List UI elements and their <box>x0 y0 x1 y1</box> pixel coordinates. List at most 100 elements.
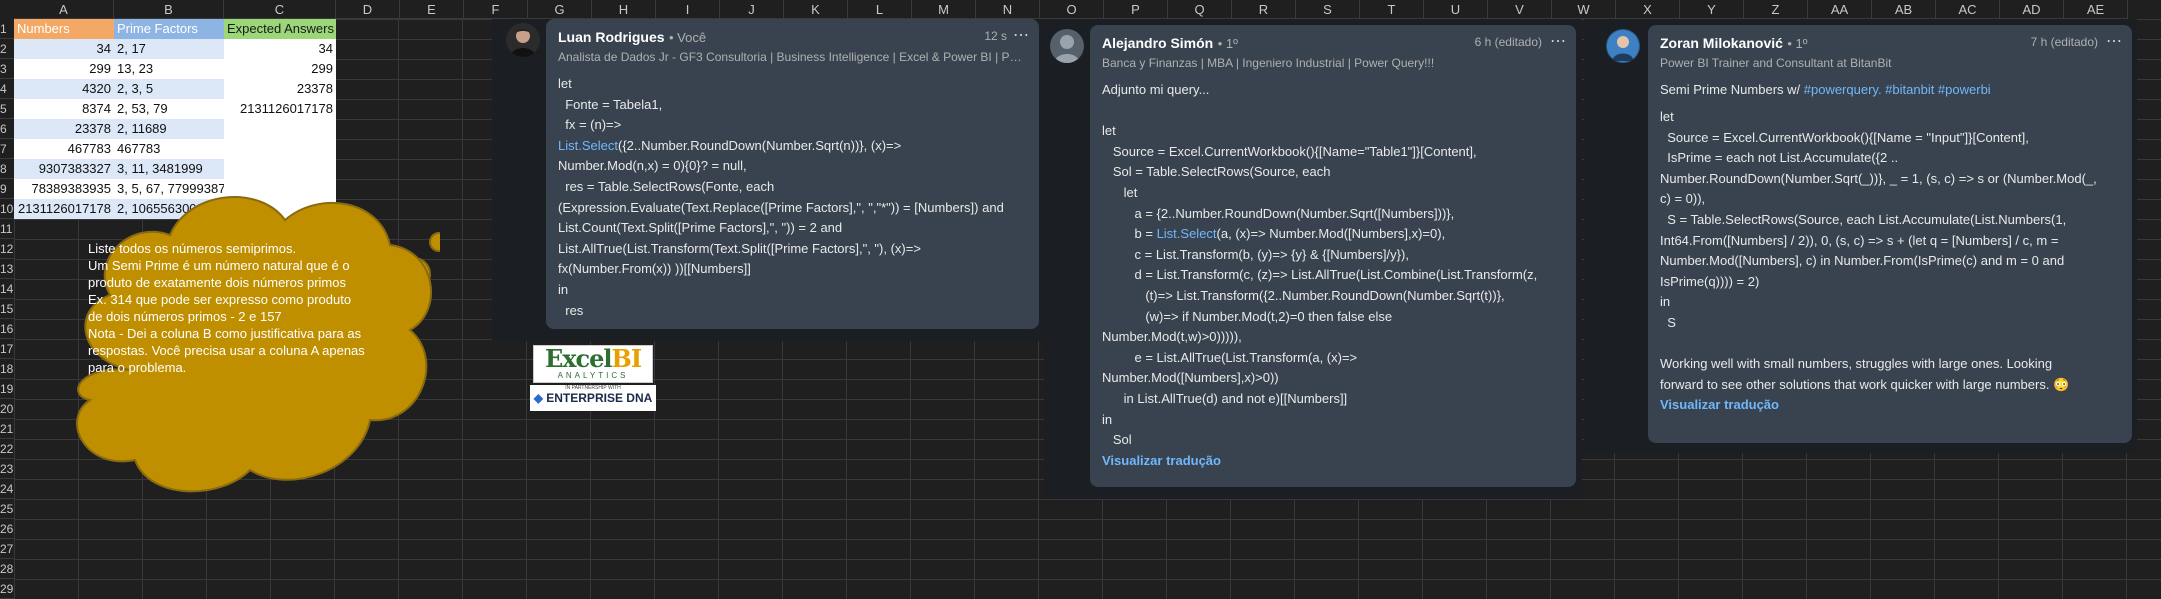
column-header[interactable]: E <box>400 0 464 19</box>
comment-intro: Semi Prime Numbers w/ <box>1660 82 1804 97</box>
cell-number[interactable]: 23378 <box>14 119 114 139</box>
column-header[interactable]: X <box>1616 0 1680 19</box>
column-header[interactable]: H <box>592 0 656 19</box>
avatar[interactable] <box>1606 29 1640 63</box>
row-header[interactable]: 22 <box>0 439 14 459</box>
cell-number[interactable]: 4320 <box>14 79 114 99</box>
avatar[interactable] <box>1050 29 1084 63</box>
column-header[interactable]: F <box>464 0 528 19</box>
column-header[interactable]: Y <box>1680 0 1744 19</box>
cell-expected-answer[interactable]: 23378 <box>224 79 336 99</box>
cell-expected-answer[interactable]: 34 <box>224 39 336 59</box>
column-header[interactable]: B <box>114 0 224 19</box>
cell-number[interactable]: 34 <box>14 39 114 59</box>
comment-line: let <box>558 76 572 91</box>
row-header[interactable]: 6 <box>0 119 14 139</box>
column-header[interactable]: M <box>912 0 976 19</box>
comment-line: Sol <box>1102 432 1132 448</box>
row-header[interactable]: 24 <box>0 479 14 499</box>
column-header[interactable]: O <box>1040 0 1104 19</box>
commenter-name[interactable]: Zoran Milokanović <box>1660 35 1783 51</box>
row-header[interactable]: 20 <box>0 399 14 419</box>
row-header[interactable]: 25 <box>0 499 14 519</box>
row-header[interactable]: 15 <box>0 299 14 319</box>
comment-line: in <box>1102 411 1113 427</box>
cell-prime-factors[interactable]: 2, 11689 <box>114 119 224 139</box>
more-options-icon[interactable]: ⋯ <box>1013 25 1029 45</box>
cell-number[interactable]: 299 <box>14 59 114 79</box>
more-options-icon[interactable]: ⋯ <box>1550 31 1566 51</box>
more-options-icon[interactable]: ⋯ <box>2106 31 2122 51</box>
cell-expected-answer[interactable] <box>224 119 336 139</box>
cell-expected-answer[interactable]: 2131126017178 <box>224 99 336 119</box>
column-header[interactable]: Z <box>1744 0 1808 19</box>
column-header[interactable]: S <box>1296 0 1360 19</box>
hashtags[interactable]: #powerquery. #bitanbit #powerbi <box>1804 82 1991 97</box>
translate-link[interactable]: Visualizar tradução <box>1102 453 1564 468</box>
row-header[interactable]: 27 <box>0 539 14 559</box>
column-header[interactable]: D <box>336 0 400 19</box>
row-header[interactable]: 13 <box>0 259 14 279</box>
comment-line: in <box>1660 294 1671 310</box>
cell-prime-factors[interactable]: 2, 53, 79 <box>114 99 224 119</box>
header-prime-factors[interactable]: Prime Factors <box>114 19 224 39</box>
comment-line: fx(Number.From(x)) ))[[Numbers]] <box>558 261 751 277</box>
column-header[interactable]: P <box>1104 0 1168 19</box>
row-header[interactable]: 2 <box>0 39 14 59</box>
row-header[interactable]: 29 <box>0 579 14 599</box>
row-header[interactable]: 12 <box>0 239 14 259</box>
cell-expected-answer[interactable]: 299 <box>224 59 336 79</box>
column-header[interactable]: J <box>720 0 784 19</box>
translate-link[interactable]: Visualizar tradução <box>1660 397 2120 412</box>
column-header[interactable]: G <box>528 0 592 19</box>
column-header[interactable]: N <box>976 0 1040 19</box>
commenter-headline: Banca y Finanzas | MBA | Ingeniero Indus… <box>1102 56 1435 70</box>
column-header[interactable]: I <box>656 0 720 19</box>
row-header[interactable]: 9 <box>0 179 14 199</box>
commenter-name[interactable]: Luan Rodrigues <box>558 29 665 45</box>
column-header[interactable]: A <box>14 0 114 19</box>
column-header[interactable]: L <box>848 0 912 19</box>
column-header[interactable]: AE <box>2064 0 2128 19</box>
row-header[interactable]: 18 <box>0 359 14 379</box>
row-header[interactable]: 23 <box>0 459 14 479</box>
column-header[interactable]: T <box>1360 0 1424 19</box>
row-header[interactable]: 14 <box>0 279 14 299</box>
column-header[interactable]: K <box>784 0 848 19</box>
column-header[interactable]: V <box>1488 0 1552 19</box>
header-expected-answers[interactable]: Expected Answers <box>224 19 336 39</box>
row-header[interactable]: 21 <box>0 419 14 439</box>
column-header[interactable]: C <box>224 0 336 19</box>
row-header[interactable]: 19 <box>0 379 14 399</box>
cell-prime-factors[interactable]: 2, 17 <box>114 39 224 59</box>
column-header[interactable]: AC <box>1936 0 2000 19</box>
row-header[interactable]: 26 <box>0 519 14 539</box>
cell-prime-factors[interactable]: 13, 23 <box>114 59 224 79</box>
column-header[interactable]: R <box>1232 0 1296 19</box>
header-numbers[interactable]: Numbers <box>14 19 114 39</box>
row-header[interactable]: 5 <box>0 99 14 119</box>
row-header[interactable]: 3 <box>0 59 14 79</box>
row-header[interactable]: 17 <box>0 339 14 359</box>
avatar[interactable] <box>506 23 540 57</box>
row-header[interactable]: 28 <box>0 559 14 579</box>
comment-line: Number.Mod(t,w)>0))))), <box>1102 329 1242 345</box>
column-header[interactable]: AD <box>2000 0 2064 19</box>
cell-prime-factors[interactable]: 2, 3, 5 <box>114 79 224 99</box>
row-header[interactable]: 11 <box>0 219 14 239</box>
column-header[interactable]: AA <box>1808 0 1872 19</box>
column-header[interactable]: Q <box>1168 0 1232 19</box>
row-header[interactable]: 8 <box>0 159 14 179</box>
commenter-name[interactable]: Alejandro Simón <box>1102 35 1213 51</box>
row-header[interactable]: 10 <box>0 199 14 219</box>
row-header[interactable]: 16 <box>0 319 14 339</box>
comment-card-luan: Luan Rodrigues • Você 12 s ⋯ Analista de… <box>492 19 1044 341</box>
row-header[interactable]: 4 <box>0 79 14 99</box>
row-header[interactable]: 1 <box>0 19 14 39</box>
cell-number[interactable]: 8374 <box>14 99 114 119</box>
comment-line: (w)=> if Number.Mod(t,2)=0 then false el… <box>1102 308 1393 324</box>
column-header[interactable]: W <box>1552 0 1616 19</box>
column-header[interactable]: AB <box>1872 0 1936 19</box>
column-header[interactable]: U <box>1424 0 1488 19</box>
row-header[interactable]: 7 <box>0 139 14 159</box>
